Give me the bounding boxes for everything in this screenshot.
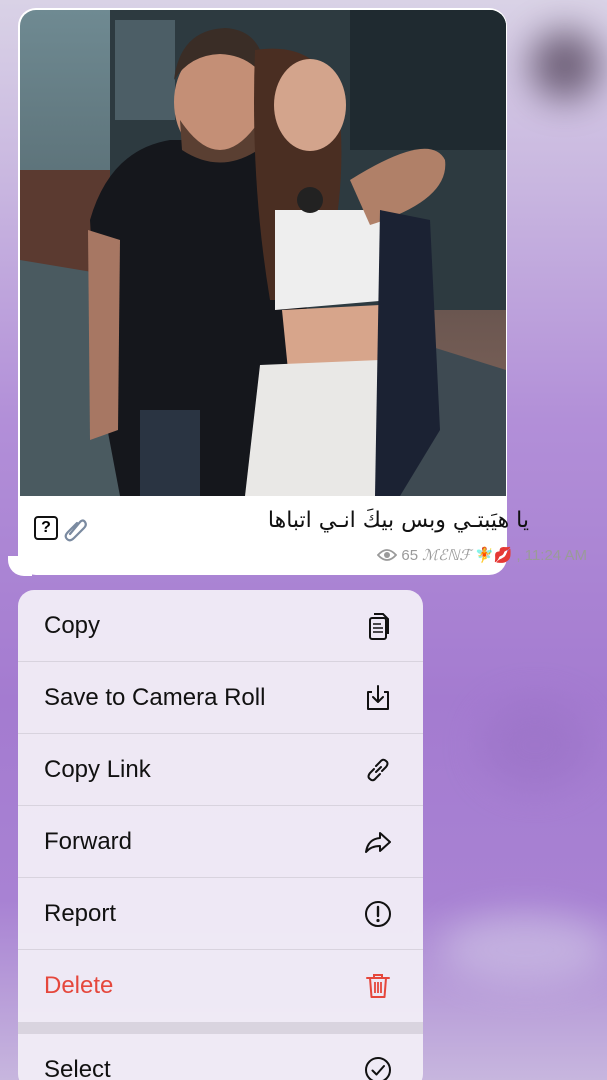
context-menu: Copy Save to Camera Roll Copy Link Forwa… <box>18 590 423 1080</box>
trash-icon <box>366 974 390 998</box>
menu-item-label: Save to Camera Roll <box>44 684 266 711</box>
message-photo[interactable] <box>20 10 506 496</box>
menu-item-report[interactable]: Report <box>18 878 423 950</box>
menu-section-separator <box>18 1022 423 1034</box>
message-meta: 65 ℳℰℕℱ 🧚💋 , 11:24 AM <box>377 546 587 564</box>
report-icon <box>365 901 391 927</box>
message-time: , 11:24 AM <box>516 546 587 564</box>
copy-icon <box>369 613 389 640</box>
caption-emoji-group: ? <box>34 514 90 542</box>
message-caption: يا هيَبتـي وبس بيكَ انـي اتباها <box>267 508 529 533</box>
question-box-glyph: ? <box>34 516 58 540</box>
paperclip-icon <box>64 519 87 542</box>
views-eye-icon <box>377 549 398 561</box>
save-icon <box>367 685 389 710</box>
menu-item-label: Delete <box>44 972 114 999</box>
menu-item-label: Copy Link <box>44 756 151 783</box>
views-count: 65 <box>401 546 419 564</box>
checkmark-icon <box>365 1057 391 1080</box>
photo-image <box>20 10 506 496</box>
background-blur <box>440 915 607 985</box>
menu-item-label: Select <box>44 1056 111 1080</box>
menu-item-label: Copy <box>44 612 101 639</box>
signature-emojis: 🧚💋 <box>475 547 513 564</box>
author-signature: ℳℰℕℱ <box>422 546 472 564</box>
menu-item-delete[interactable]: Delete <box>18 950 423 1022</box>
background-blur <box>530 30 600 100</box>
forward-icon <box>365 832 391 853</box>
menu-item-label: Forward <box>44 828 133 855</box>
menu-item-save-to-camera-roll[interactable]: Save to Camera Roll <box>18 662 423 734</box>
link-icon <box>367 758 389 782</box>
menu-item-select[interactable]: Select <box>18 1034 423 1080</box>
menu-item-copy-link[interactable]: Copy Link <box>18 734 423 806</box>
menu-item-forward[interactable]: Forward <box>18 806 423 878</box>
menu-item-label: Report <box>44 900 117 927</box>
background-blur <box>480 700 590 790</box>
menu-item-copy[interactable]: Copy <box>18 590 423 662</box>
